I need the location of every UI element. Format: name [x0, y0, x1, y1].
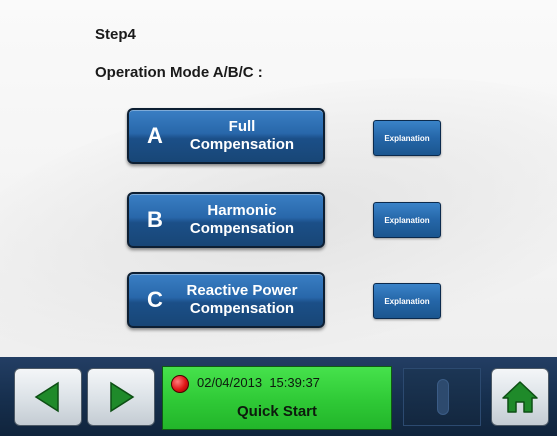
- mode-a-explanation-button[interactable]: Explanation: [373, 120, 441, 156]
- triangle-right-icon: [110, 381, 135, 413]
- status-title: Quick Start: [236, 403, 318, 420]
- screen: Step4 Operation Mode A/B/C : A Full Comp…: [0, 0, 557, 436]
- mode-b-label-line1: Harmonic: [207, 202, 277, 219]
- mode-a-button[interactable]: A Full Compensation: [127, 108, 325, 164]
- mode-a-label: Full Compensation: [169, 118, 315, 154]
- status-date: 02/04/2013: [197, 375, 263, 390]
- mode-b-label: Harmonic Compensation: [169, 202, 315, 238]
- mode-c-label-line2: Compensation: [189, 300, 295, 317]
- mode-a-label-line1: Full: [228, 118, 256, 135]
- step-title: Step4: [95, 26, 136, 43]
- mode-b-explanation-button[interactable]: Explanation: [373, 202, 441, 238]
- scroll-indicator-panel: [403, 368, 481, 426]
- mode-c-label-line1: Reactive Power: [186, 282, 298, 299]
- mode-b-button[interactable]: B Harmonic Compensation: [127, 192, 325, 248]
- mode-a-label-line2: Compensation: [189, 136, 295, 153]
- mode-c-label: Reactive Power Compensation: [169, 282, 315, 318]
- status-panel: 02/04/2013 15:39:37 Quick Start: [162, 366, 392, 430]
- mode-c-explanation-button[interactable]: Explanation: [373, 283, 441, 319]
- mode-c-letter: C: [147, 287, 163, 312]
- scroll-indicator: [437, 379, 449, 415]
- status-datetime: 02/04/2013 15:39:37: [197, 375, 320, 390]
- status-time: 15:39:37: [269, 375, 320, 390]
- mode-b-letter: B: [147, 207, 163, 232]
- home-button[interactable]: [491, 368, 549, 426]
- operation-mode-title: Operation Mode A/B/C :: [95, 64, 263, 81]
- mode-b-label-line2: Compensation: [189, 220, 295, 237]
- triangle-left-icon: [34, 381, 59, 413]
- home-icon: [502, 381, 538, 413]
- mode-c-button[interactable]: C Reactive Power Compensation: [127, 272, 325, 328]
- status-led-indicator: [171, 375, 189, 393]
- back-button[interactable]: [14, 368, 82, 426]
- forward-button[interactable]: [87, 368, 155, 426]
- mode-a-letter: A: [147, 123, 163, 148]
